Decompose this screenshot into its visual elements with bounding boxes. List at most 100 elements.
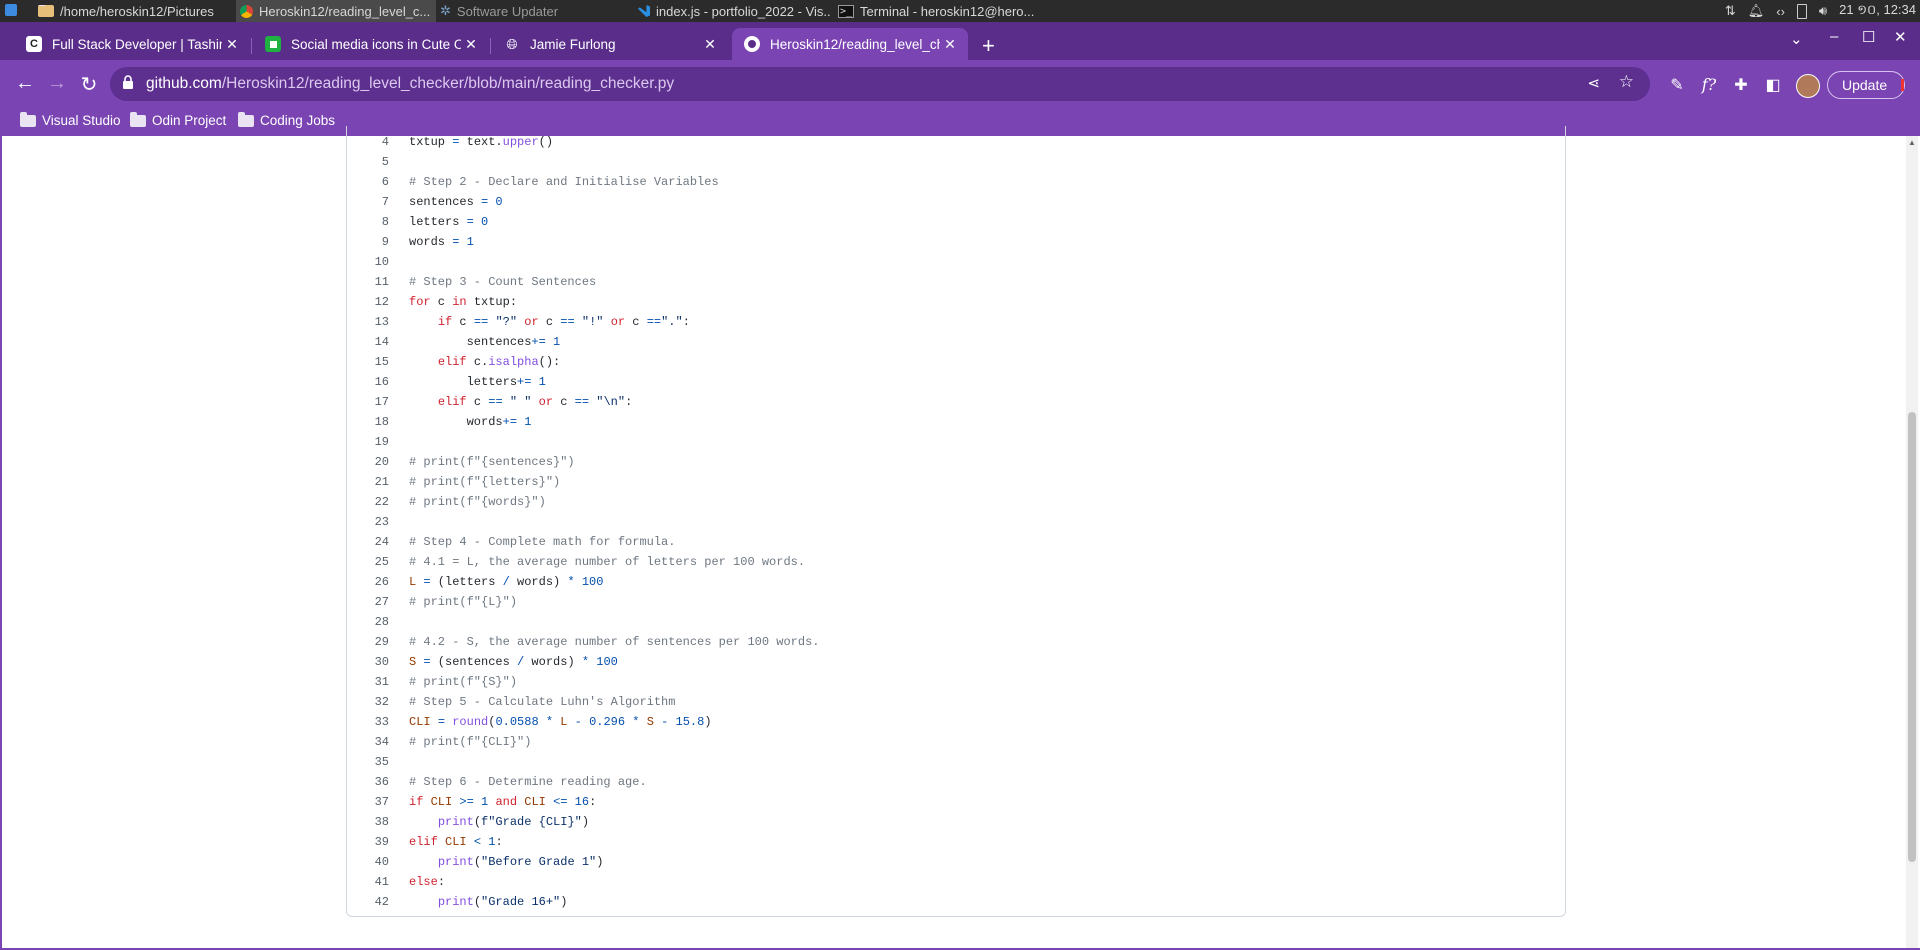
battery-icon[interactable] (1796, 3, 1807, 19)
page-scrollbar[interactable]: ▲ (1906, 136, 1918, 948)
bookmark-star-icon[interactable]: ☆ (1619, 72, 1634, 92)
maximize-icon[interactable]: ☐ (1862, 28, 1875, 46)
code-viewer: 4 txtup = text.upper() 5 6 # Step 2 - Declar… (346, 126, 1566, 917)
code-text: # Step 2 - Declare and Initialise Variab… (409, 175, 719, 189)
code-line: 40 print("Before Grade 1") (347, 852, 1547, 872)
side-panel-icon[interactable]: ◧ (1762, 75, 1784, 95)
line-number[interactable]: 13 (347, 312, 389, 332)
line-number[interactable]: 26 (347, 572, 389, 592)
notification-bell-icon[interactable]: 🔔︎ (1748, 3, 1765, 19)
network-transfer-icon[interactable]: ⇅ (1725, 3, 1736, 19)
line-number[interactable]: 39 (347, 832, 389, 852)
tab-tashinga[interactable]: C Full Stack Developer | Tashinga ✕ (14, 28, 250, 60)
formula-extension-icon[interactable]: f? (1698, 75, 1720, 94)
code-line: 35 (347, 752, 1547, 772)
taskbar-item-chrome[interactable]: Heroskin12/reading_level_c... (236, 0, 436, 22)
update-button[interactable]: Update (1827, 71, 1905, 99)
bookmark-folder-odin-project[interactable]: Odin Project (130, 111, 226, 128)
line-number[interactable]: 38 (347, 812, 389, 832)
close-window-icon[interactable]: ✕ (1894, 28, 1907, 46)
bookmark-folder-coding-jobs[interactable]: Coding Jobs (238, 111, 335, 128)
line-number[interactable]: 8 (347, 212, 389, 232)
line-number[interactable]: 20 (347, 452, 389, 472)
code-text: S = (sentences / words) * 100 (409, 655, 618, 669)
code-text: words+= 1 (409, 415, 532, 429)
line-number[interactable]: 22 (347, 492, 389, 512)
tab-github[interactable]: Heroskin12/reading_level_chec ✕ (732, 28, 968, 60)
code-line: 26 L = (letters / words) * 100 (347, 572, 1547, 592)
code-text: # print(f"{CLI}") (409, 735, 532, 749)
tab-icons8[interactable]: Social media icons in Cute Outl ✕ (253, 28, 489, 60)
line-number[interactable]: 24 (347, 532, 389, 552)
tab-search-icon[interactable]: ⌄ (1790, 30, 1803, 48)
close-icon[interactable]: ✕ (940, 36, 960, 53)
code-text: # print(f"{letters}") (409, 475, 561, 489)
reload-icon[interactable]: ↻ (76, 72, 102, 97)
app-menu-icon[interactable] (5, 4, 17, 16)
code-text: # Step 3 - Count Sentences (409, 275, 597, 289)
line-number[interactable]: 25 (347, 552, 389, 572)
code-text: if c == "?" or c == "!" or c ==".": (437, 315, 690, 329)
line-number[interactable]: 35 (347, 752, 389, 772)
profile-avatar[interactable] (1796, 74, 1820, 98)
line-number[interactable]: 36 (347, 772, 389, 792)
scroll-thumb[interactable] (1908, 412, 1916, 862)
taskbar-item-files[interactable]: /home/heroskin12/Pictures (38, 0, 228, 22)
tab-jamie-furlong[interactable]: 🌐︎ Jamie Furlong ✕ (492, 28, 728, 60)
share-icon[interactable]: ⋖ (1587, 74, 1600, 92)
code-text: elif c.isalpha(): (437, 355, 561, 369)
minimize-icon[interactable]: – (1830, 28, 1838, 45)
line-number[interactable]: 4 (347, 132, 389, 152)
line-number[interactable]: 16 (347, 372, 389, 392)
extensions-puzzle-icon[interactable]: ✚ (1730, 75, 1752, 95)
close-icon[interactable]: ✕ (700, 36, 720, 53)
taskbar-item-terminal[interactable]: >_ Terminal - heroskin12@hero... (838, 0, 1038, 22)
line-number[interactable]: 15 (347, 352, 389, 372)
line-number[interactable]: 37 (347, 792, 389, 812)
volume-icon[interactable]: 🔊︎ (1819, 3, 1827, 19)
line-number[interactable]: 12 (347, 292, 389, 312)
line-number[interactable]: 19 (347, 432, 389, 452)
line-number[interactable]: 6 (347, 172, 389, 192)
line-number[interactable]: 30 (347, 652, 389, 672)
color-picker-extension-icon[interactable]: ✎ (1666, 75, 1688, 95)
close-icon[interactable]: ✕ (461, 36, 481, 53)
line-number[interactable]: 21 (347, 472, 389, 492)
line-number[interactable]: 7 (347, 192, 389, 212)
new-tab-icon[interactable]: + (982, 33, 995, 59)
scroll-up-icon[interactable]: ▲ (1908, 138, 1916, 147)
line-number[interactable]: 34 (347, 732, 389, 752)
line-number[interactable]: 31 (347, 672, 389, 692)
line-number[interactable]: 27 (347, 592, 389, 612)
browser-tab-strip: C Full Stack Developer | Tashinga ✕ Soci… (0, 22, 1920, 60)
line-number[interactable]: 32 (347, 692, 389, 712)
address-bar[interactable]: github.com/Heroskin12/reading_level_chec… (110, 67, 1650, 101)
line-number[interactable]: 29 (347, 632, 389, 652)
line-number[interactable]: 10 (347, 252, 389, 272)
line-number[interactable]: 18 (347, 412, 389, 432)
line-number[interactable]: 40 (347, 852, 389, 872)
line-number[interactable]: 28 (347, 612, 389, 632)
clock[interactable]: 21 ១០, 12:34 (1839, 2, 1916, 21)
line-number[interactable]: 5 (347, 152, 389, 172)
tab-separator (251, 38, 252, 54)
line-number[interactable]: 9 (347, 232, 389, 252)
line-number[interactable]: 17 (347, 392, 389, 412)
line-number[interactable]: 41 (347, 872, 389, 892)
code-line: 13 if c == "?" or c == "!" or c ==".": (347, 312, 1547, 332)
code-line: 7 sentences = 0 (347, 192, 1547, 212)
forward-arrow-icon[interactable]: → (44, 72, 70, 95)
bookmark-folder-visual-studio[interactable]: Visual Studio (20, 111, 121, 128)
back-arrow-icon[interactable]: ← (12, 72, 38, 95)
close-icon[interactable]: ✕ (222, 36, 242, 53)
line-number[interactable]: 33 (347, 712, 389, 732)
line-number[interactable]: 11 (347, 272, 389, 292)
taskbar-item-software-updater[interactable]: ✲ Software Updater (440, 0, 620, 22)
line-number[interactable]: 23 (347, 512, 389, 532)
code-line: 31 # print(f"{S}") (347, 672, 1547, 692)
taskbar-item-vscode[interactable]: index.js - portfolio_2022 - Vis... (638, 0, 830, 22)
line-number[interactable]: 42 (347, 892, 389, 912)
line-number[interactable]: 14 (347, 332, 389, 352)
gear-icon: ✲ (440, 3, 451, 18)
code-connect-icon[interactable]: ‹› (1776, 4, 1785, 19)
